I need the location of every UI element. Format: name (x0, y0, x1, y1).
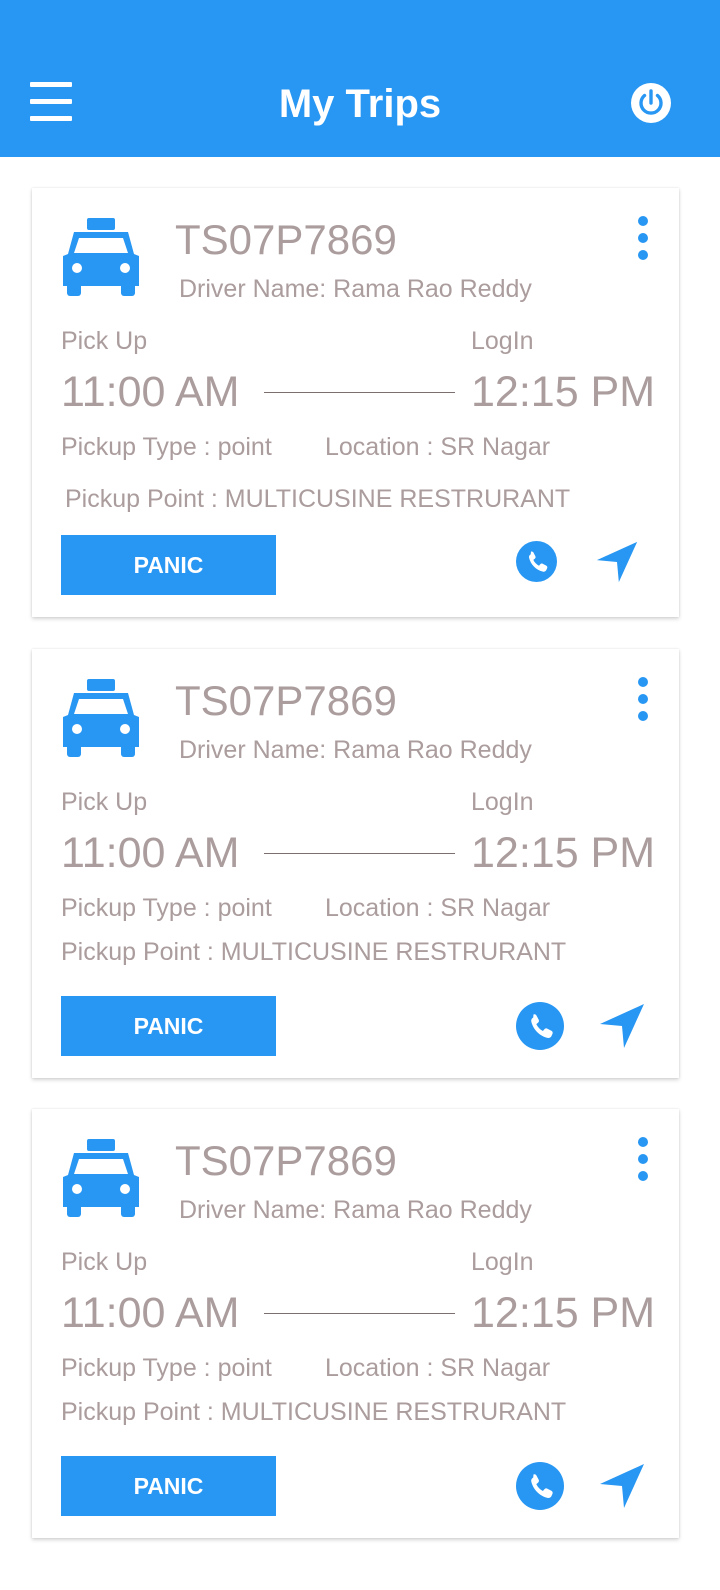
panic-button[interactable]: PANIC (61, 996, 276, 1056)
pickup-type: Pickup Type : point (61, 894, 272, 922)
taxi-icon (60, 677, 142, 759)
phone-icon[interactable] (516, 1462, 564, 1510)
login-label: LogIn (471, 1248, 534, 1276)
power-icon[interactable] (630, 82, 672, 124)
pickup-time: 11:00 AM (61, 368, 240, 416)
location: Location : SR Nagar (325, 1354, 551, 1382)
login-time: 12:15 PM (471, 368, 656, 416)
taxi-icon (60, 216, 142, 298)
trip-card[interactable]: TS07P7869 Driver Name: Rama Rao Reddy Pi… (32, 1109, 679, 1538)
pickup-type: Pickup Type : point (61, 1354, 272, 1382)
time-divider (264, 392, 455, 393)
driver-name: Driver Name: Rama Rao Reddy (179, 1196, 532, 1224)
location: Location : SR Nagar (325, 433, 551, 461)
time-divider (264, 1313, 455, 1314)
pickup-label: Pick Up (61, 327, 148, 355)
pickup-type: Pickup Type : point (61, 433, 272, 461)
login-time: 12:15 PM (471, 829, 656, 877)
app-bar: My Trips (0, 0, 720, 157)
pickup-time: 11:00 AM (61, 829, 240, 877)
driver-name: Driver Name: Rama Rao Reddy (179, 736, 532, 764)
login-label: LogIn (471, 788, 534, 816)
phone-icon[interactable] (516, 1002, 564, 1050)
driver-name: Driver Name: Rama Rao Reddy (179, 275, 532, 303)
login-time: 12:15 PM (471, 1289, 656, 1337)
phone-icon[interactable] (516, 541, 557, 582)
pickup-label: Pick Up (61, 1248, 148, 1276)
location: Location : SR Nagar (325, 894, 551, 922)
login-label: LogIn (471, 327, 534, 355)
pickup-point: Pickup Point : MULTICUSINE RESTRURANT (65, 485, 571, 513)
pickup-label: Pick Up (61, 788, 148, 816)
page-title: My Trips (278, 82, 442, 126)
more-vertical-icon[interactable] (632, 216, 654, 260)
taxi-icon (60, 1137, 142, 1219)
pickup-point: Pickup Point : MULTICUSINE RESTRURANT (61, 1398, 567, 1426)
vehicle-number: TS07P7869 (175, 1137, 397, 1184)
navigation-icon[interactable] (598, 1002, 646, 1050)
more-vertical-icon[interactable] (632, 677, 654, 721)
panic-button[interactable]: PANIC (61, 1456, 276, 1516)
vehicle-number: TS07P7869 (175, 677, 397, 724)
pickup-point: Pickup Point : MULTICUSINE RESTRURANT (61, 938, 567, 966)
vehicle-number: TS07P7869 (175, 216, 397, 263)
trip-card[interactable]: TS07P7869 Driver Name: Rama Rao Reddy Pi… (32, 188, 679, 617)
navigation-icon[interactable] (598, 1462, 646, 1510)
time-divider (264, 853, 455, 854)
pickup-time: 11:00 AM (61, 1289, 240, 1337)
panic-button[interactable]: PANIC (61, 535, 276, 595)
more-vertical-icon[interactable] (632, 1137, 654, 1181)
navigation-icon[interactable] (595, 540, 639, 584)
trip-card[interactable]: TS07P7869 Driver Name: Rama Rao Reddy Pi… (32, 649, 679, 1078)
